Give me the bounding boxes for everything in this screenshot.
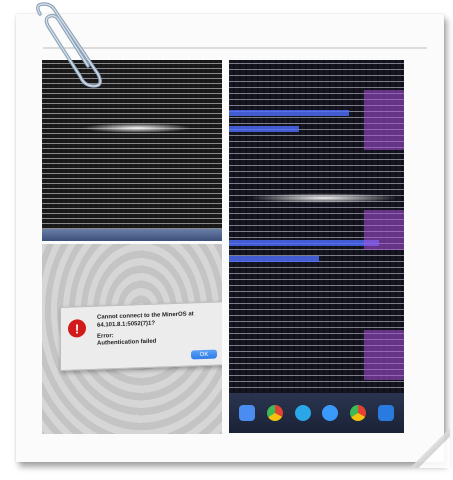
highlight-line: [229, 256, 319, 262]
chrome-icon: [350, 405, 367, 421]
highlight-line: [229, 240, 379, 246]
alert-icon: !: [68, 319, 86, 338]
skype-icon: [294, 405, 311, 421]
safari-icon: [322, 405, 339, 421]
photo-error-dialog: ! Cannot connect to the MinerOS at 64.10…: [42, 244, 222, 434]
dialog-message-line2: 64.101.8.1:5052(7)1?: [97, 320, 156, 329]
error-dialog: ! Cannot connect to the MinerOS at 64.10…: [60, 300, 222, 372]
dock: [229, 393, 404, 433]
ok-button[interactable]: OK: [191, 349, 217, 360]
store-icon: [378, 405, 395, 421]
purple-text-block: [364, 330, 404, 380]
highlight-line: [229, 126, 299, 132]
chrome-icon: [266, 405, 283, 421]
taskbar: [42, 229, 222, 241]
photo-terminal-right: [229, 60, 404, 433]
dialog-error-detail: Authentication failed: [97, 338, 157, 347]
finder-icon: [238, 405, 255, 421]
screen-glare: [249, 193, 399, 203]
paperclip-icon: [36, 2, 102, 88]
highlight-line: [229, 110, 349, 116]
screen-glare: [82, 123, 192, 133]
page-curl: [410, 428, 450, 468]
purple-text-block: [364, 90, 404, 150]
purple-text-block: [364, 210, 404, 250]
